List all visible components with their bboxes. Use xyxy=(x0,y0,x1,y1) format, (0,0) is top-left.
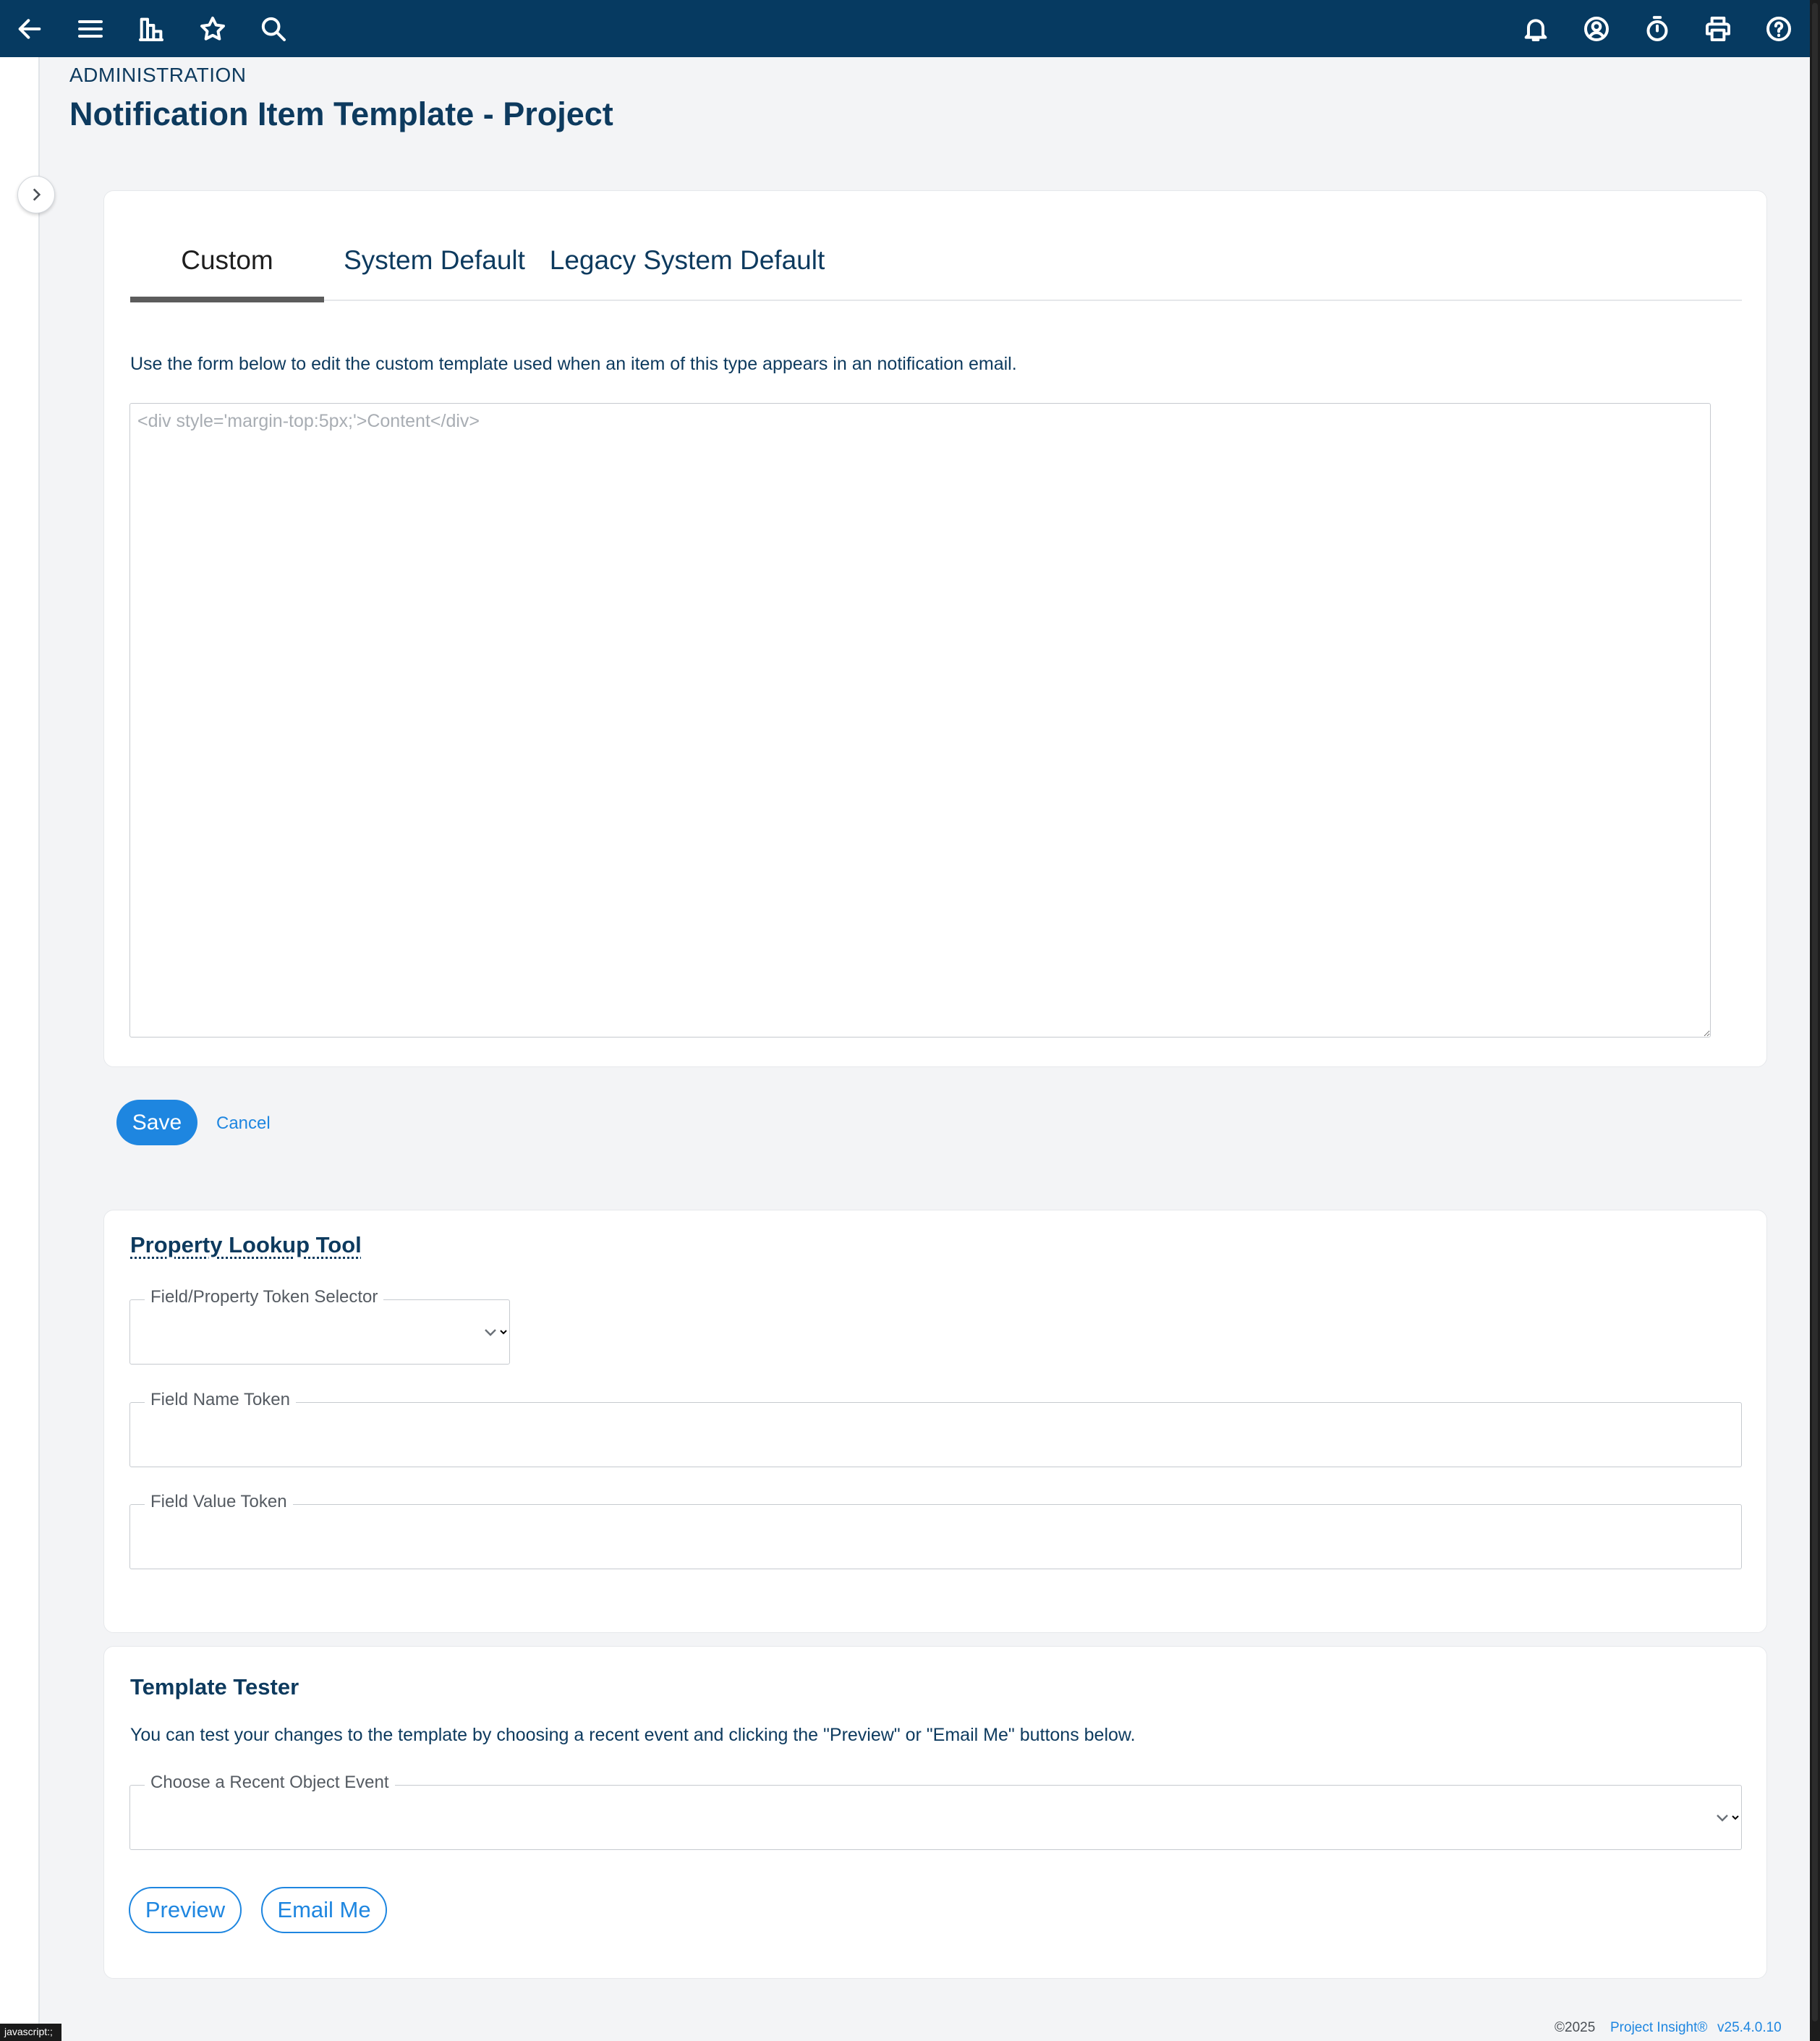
tester-title: Template Tester xyxy=(130,1674,299,1700)
bell-icon[interactable] xyxy=(1517,10,1555,48)
help-icon[interactable] xyxy=(1760,10,1798,48)
footer-copyright: ©2025 xyxy=(1555,2020,1596,2035)
field-value-token-field[interactable]: Field Value Token xyxy=(129,1492,1742,1569)
tab-bar: Custom System Default Legacy System Defa… xyxy=(130,220,1742,302)
lookup-title: Property Lookup Tool xyxy=(130,1232,362,1257)
preview-button[interactable]: Preview xyxy=(129,1887,242,1933)
expand-sidebar-button[interactable] xyxy=(17,176,55,213)
email-me-button[interactable]: Email Me xyxy=(261,1887,387,1933)
recent-event-field[interactable]: Choose a Recent Object Event xyxy=(129,1773,1742,1850)
top-nav-bar xyxy=(0,0,1810,57)
user-icon[interactable] xyxy=(1578,10,1615,48)
timer-icon[interactable] xyxy=(1638,10,1676,48)
scrollbar-thumb[interactable] xyxy=(1812,3,1818,2021)
dashboard-icon[interactable] xyxy=(132,10,170,48)
left-rail xyxy=(0,57,40,2041)
token-selector-field[interactable]: Field/Property Token Selector xyxy=(129,1287,510,1365)
template-textarea[interactable] xyxy=(129,403,1711,1038)
menu-icon[interactable] xyxy=(72,10,109,48)
editor-intro-text: Use the form below to edit the custom te… xyxy=(130,354,1017,374)
printer-icon[interactable] xyxy=(1699,10,1737,48)
breadcrumb: ADMINISTRATION xyxy=(69,64,247,86)
chevron-right-icon xyxy=(33,188,41,201)
field-name-token-field[interactable]: Field Name Token xyxy=(129,1390,1742,1467)
page-title: Notification Item Template - Project xyxy=(69,96,613,132)
field-name-token-input[interactable] xyxy=(130,1403,1741,1467)
tab-system-default[interactable]: System Default xyxy=(324,220,545,301)
tester-description: You can test your changes to the templat… xyxy=(130,1725,1136,1745)
star-icon[interactable] xyxy=(194,10,231,48)
window-scrollbar[interactable] xyxy=(1810,0,1820,2041)
token-selector-select[interactable] xyxy=(130,1300,509,1364)
property-lookup-card: Property Lookup Tool Field/Property Toke… xyxy=(103,1210,1767,1633)
footer-product-link[interactable]: Project Insight® xyxy=(1610,2020,1707,2036)
footer-version: v25.4.0.10 xyxy=(1717,2020,1782,2035)
field-value-token-input[interactable] xyxy=(130,1505,1741,1569)
save-button[interactable]: Save xyxy=(116,1100,197,1145)
tab-custom[interactable]: Custom xyxy=(130,220,324,302)
back-arrow-icon[interactable] xyxy=(11,10,48,48)
search-icon[interactable] xyxy=(255,10,292,48)
status-bar-url: javascript:; xyxy=(0,2024,61,2041)
template-editor-card: Custom System Default Legacy System Defa… xyxy=(103,190,1767,1067)
recent-event-select[interactable] xyxy=(130,1786,1741,1849)
cancel-link[interactable]: Cancel xyxy=(216,1113,271,1134)
tab-legacy-system-default[interactable]: Legacy System Default xyxy=(545,220,830,301)
